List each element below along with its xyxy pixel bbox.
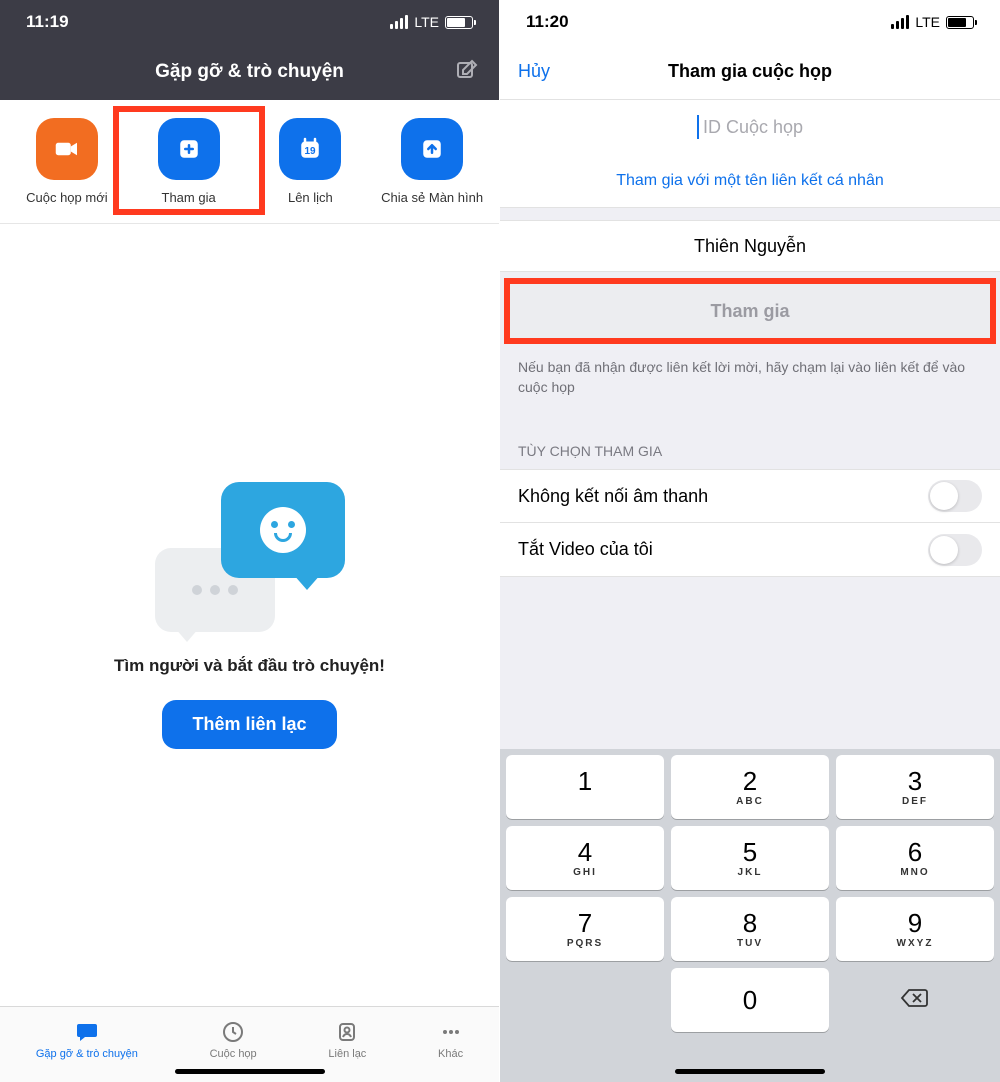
action-label: Chia sẻ Màn hình	[381, 190, 483, 205]
tab-label: Gặp gỡ & trò chuyện	[36, 1048, 138, 1060]
action-schedule[interactable]: 19 Lên lịch	[250, 118, 370, 205]
tab-label: Cuộc họp	[210, 1048, 257, 1060]
page-title: Tham gia cuộc họp	[668, 61, 832, 82]
action-label: Cuộc họp mới	[26, 190, 108, 205]
calendar-icon: 19	[279, 118, 341, 180]
cancel-button[interactable]: Hủy	[518, 61, 550, 82]
screen-meet-chat: 11:19 LTE Gặp gỡ & trò chuyện Cuộc họp m…	[0, 0, 500, 1082]
key-5[interactable]: 5JKL	[671, 826, 829, 890]
toggle-switch[interactable]	[928, 534, 982, 566]
status-right: LTE	[390, 14, 473, 30]
chat-illustration-icon	[155, 482, 345, 632]
signal-icon	[891, 15, 909, 29]
status-bar: 11:19 LTE	[0, 0, 499, 44]
user-name-field[interactable]: Thiên Nguyễn	[500, 220, 1000, 272]
battery-icon	[445, 16, 473, 29]
home-indicator[interactable]	[675, 1069, 825, 1074]
actions-row: Cuộc họp mới Tham gia 19 Lên lịch Chia s…	[0, 100, 499, 224]
action-label: Tham gia	[162, 190, 216, 205]
key-6[interactable]: 6MNO	[836, 826, 994, 890]
hint-text: Nếu bạn đã nhận được liên kết lời mời, h…	[500, 350, 1000, 415]
highlight-join: Tham gia	[113, 106, 265, 215]
tab-label: Liên lạc	[328, 1048, 366, 1060]
empty-text: Tìm người và bắt đầu trò chuyện!	[114, 656, 385, 676]
compose-icon[interactable]	[455, 58, 479, 87]
key-7[interactable]: 7PQRS	[506, 897, 664, 961]
key-1[interactable]: 1	[506, 755, 664, 819]
tab-more[interactable]: Khác	[438, 1019, 463, 1060]
key-0[interactable]: 0	[671, 968, 829, 1032]
highlight-join-button: Tham gia	[504, 278, 996, 344]
add-contact-button[interactable]: Thêm liên lạc	[162, 700, 336, 749]
plus-icon	[158, 118, 220, 180]
chat-icon	[73, 1019, 101, 1045]
backspace-icon	[900, 987, 930, 1014]
placeholder-text: ID Cuộc họp	[703, 117, 803, 138]
key-3[interactable]: 3DEF	[836, 755, 994, 819]
upload-icon	[401, 118, 463, 180]
numeric-keypad: 1 2ABC 3DEF 4GHI 5JKL 6MNO 7PQRS 8TUV 9W…	[500, 749, 1000, 1082]
status-bar: 11:20 LTE	[500, 0, 1000, 44]
status-right: LTE	[891, 14, 974, 30]
section-label: TÙY CHỌN THAM GIA	[500, 415, 1000, 469]
signal-icon	[390, 15, 408, 29]
action-join[interactable]: Tham gia	[129, 118, 249, 205]
toggle-switch[interactable]	[928, 480, 982, 512]
action-share-screen[interactable]: Chia sẻ Màn hình	[372, 118, 492, 205]
tab-meetings[interactable]: Cuộc họp	[210, 1019, 257, 1060]
network-label: LTE	[915, 14, 940, 30]
key-8[interactable]: 8TUV	[671, 897, 829, 961]
status-time: 11:19	[26, 12, 69, 32]
empty-state: Tìm người và bắt đầu trò chuyện! Thêm li…	[0, 224, 499, 1006]
meeting-id-input[interactable]: ID Cuộc họp	[500, 100, 1000, 154]
tab-label: Khác	[438, 1048, 463, 1060]
battery-icon	[946, 16, 974, 29]
option-label: Không kết nối âm thanh	[518, 486, 708, 507]
key-2[interactable]: 2ABC	[671, 755, 829, 819]
join-button[interactable]: Tham gia	[510, 284, 990, 338]
nav-header: Gặp gỡ & trò chuyện	[0, 44, 499, 100]
svg-text:19: 19	[305, 146, 317, 157]
status-time: 11:20	[526, 12, 569, 32]
tab-contacts[interactable]: Liên lạc	[328, 1019, 366, 1060]
home-indicator[interactable]	[175, 1069, 325, 1074]
network-label: LTE	[414, 14, 439, 30]
tab-meet-chat[interactable]: Gặp gỡ & trò chuyện	[36, 1019, 138, 1060]
clock-icon	[221, 1019, 245, 1045]
page-title: Gặp gỡ & trò chuyện	[155, 61, 344, 83]
personal-link-button[interactable]: Tham gia với một tên liên kết cá nhân	[500, 154, 1000, 208]
option-no-audio[interactable]: Không kết nối âm thanh	[500, 469, 1000, 523]
action-label: Lên lịch	[288, 190, 333, 205]
key-backspace[interactable]	[836, 968, 994, 1032]
join-section: Tham gia	[500, 272, 1000, 350]
action-new-meeting[interactable]: Cuộc họp mới	[7, 118, 127, 205]
option-label: Tắt Video của tôi	[518, 539, 653, 560]
key-9[interactable]: 9WXYZ	[836, 897, 994, 961]
text-cursor	[697, 115, 699, 139]
nav-header: Hủy Tham gia cuộc họp	[500, 44, 1000, 100]
more-icon	[439, 1019, 463, 1045]
screen-join-meeting: 11:20 LTE Hủy Tham gia cuộc họp ID Cuộc …	[500, 0, 1000, 1082]
key-4[interactable]: 4GHI	[506, 826, 664, 890]
contact-icon	[335, 1019, 359, 1045]
option-no-video[interactable]: Tắt Video của tôi	[500, 523, 1000, 577]
video-icon	[36, 118, 98, 180]
